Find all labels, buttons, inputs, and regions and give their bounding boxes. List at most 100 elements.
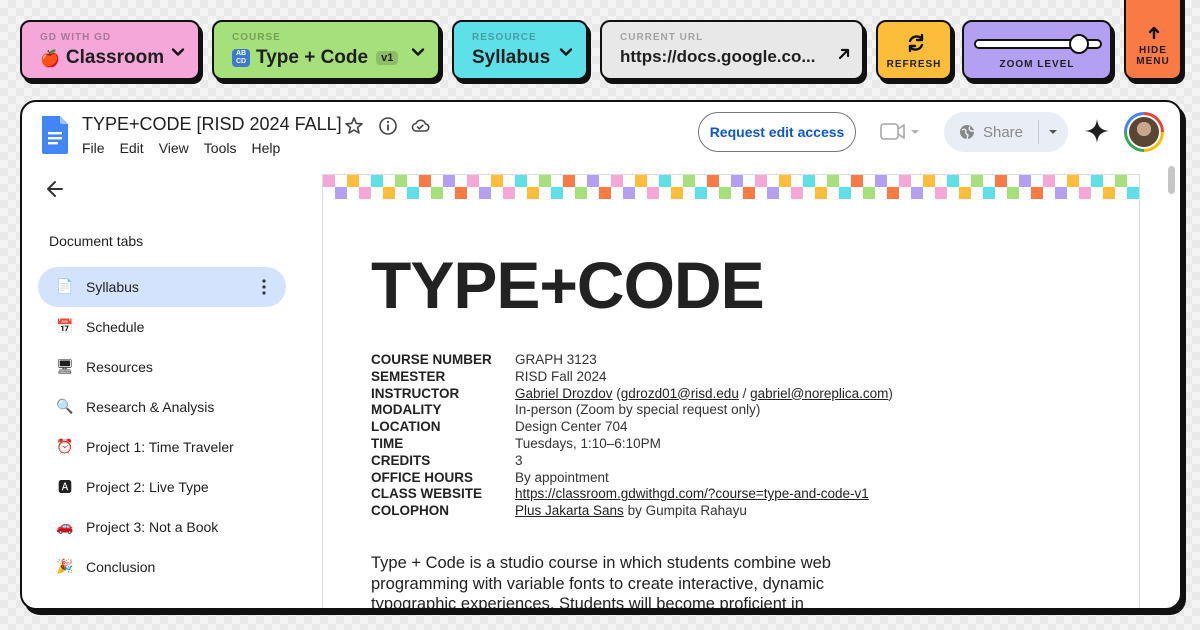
hide-menu-label-line2: MENU — [1136, 56, 1170, 67]
checker-cell — [767, 187, 779, 199]
checker-cell — [671, 187, 683, 199]
refresh-icon — [905, 32, 927, 54]
checker-cell — [479, 187, 491, 199]
checker-cell — [515, 175, 527, 187]
tab-project-3[interactable]: 🚗 Project 3: Not a Book — [38, 507, 286, 547]
video-camera-icon[interactable] — [880, 121, 924, 143]
menu-view[interactable]: View — [159, 140, 189, 156]
car-icon: 🚗 — [56, 519, 74, 535]
checker-cell — [491, 175, 503, 187]
share-button-label: Share — [982, 123, 1024, 141]
zoom-slider-thumb[interactable] — [1069, 34, 1090, 54]
checker-cell — [335, 187, 347, 199]
checker-cell — [803, 175, 815, 187]
colophon-credit: by Gumpita Rahayu — [627, 503, 747, 519]
arrow-up-icon — [1147, 26, 1161, 40]
user-avatar[interactable] — [1124, 112, 1164, 152]
current-url-field[interactable]: CURRENT URL https://docs.google.co... — [600, 20, 864, 80]
google-docs-logo-icon[interactable] — [40, 116, 70, 154]
menu-help[interactable]: Help — [251, 140, 280, 156]
info-row-instructor: INSTRUCTOR Gabriel Drozdov (gdrozd01@ris… — [371, 385, 893, 401]
checker-cell — [935, 187, 947, 199]
classroom-selector-label: Classroom — [65, 47, 165, 68]
chevron-down-icon[interactable] — [1045, 124, 1061, 140]
hide-menu-button[interactable]: HIDE MENU — [1124, 0, 1182, 80]
info-row-semester: SEMESTER RISD Fall 2024 — [371, 368, 607, 384]
more-options-icon[interactable] — [262, 279, 266, 295]
abc-input-icon: AB CD — [232, 49, 250, 67]
document-page[interactable]: TYPE+CODE COURSE NUMBER GRAPH 3123 SEMES… — [322, 174, 1140, 610]
resource-selector-label: Syllabus — [472, 47, 551, 68]
checker-cell — [395, 175, 407, 187]
classroom-selector[interactable]: GD WITH GD 🍎 Classroom — [20, 20, 200, 80]
info-row-time: TIME Tuesdays, 1:10–6:10PM — [371, 435, 661, 451]
share-button[interactable]: Share — [944, 112, 1068, 152]
menu-tools[interactable]: Tools — [204, 140, 237, 156]
refresh-button[interactable]: REFRESH — [876, 20, 952, 80]
tab-label: Resources — [86, 359, 153, 375]
checker-cell — [863, 187, 875, 199]
tab-resources[interactable]: 🖥 Resources — [38, 347, 286, 387]
checker-cell — [503, 187, 515, 199]
checker-cell — [467, 175, 479, 187]
tab-project-1[interactable]: ⏰ Project 1: Time Traveler — [38, 427, 286, 467]
request-edit-access-button[interactable]: Request edit access — [698, 112, 856, 152]
tab-label: Research & Analysis — [86, 399, 215, 415]
intro-paragraph: Type + Code is a studio course in which … — [371, 554, 831, 610]
checker-cell — [827, 175, 839, 187]
menu-file[interactable]: File — [82, 140, 105, 156]
checker-cell — [851, 175, 863, 187]
tab-project-2[interactable]: 🅰 Project 2: Live Type — [38, 467, 286, 507]
checker-cell — [1115, 175, 1127, 187]
tab-label: Project 2: Live Type — [86, 479, 209, 495]
course-version-badge: v1 — [376, 51, 399, 65]
info-icon[interactable] — [378, 116, 398, 136]
tab-schedule[interactable]: 📅 Schedule — [38, 307, 286, 347]
instructor-email-link[interactable]: gdrozd01@risd.edu — [621, 386, 739, 401]
checker-cell — [707, 175, 719, 187]
checker-cell — [443, 175, 455, 187]
checker-cell — [455, 187, 467, 199]
checker-cell — [995, 175, 1007, 187]
document-title[interactable]: TYPE+CODE [RISD 2024 FALL] — [82, 114, 342, 135]
external-link-arrow-icon — [836, 46, 852, 62]
class-website-link[interactable]: https://classroom.gdwithgd.com/?course=t… — [515, 486, 869, 501]
course-selector[interactable]: COURSE AB CD Type + Code v1 — [212, 20, 440, 80]
checker-cell — [815, 187, 827, 199]
tab-conclusion[interactable]: 🎉 Conclusion — [38, 547, 286, 587]
checker-cell — [839, 187, 851, 199]
star-icon[interactable] — [344, 116, 364, 136]
party-popper-icon: 🎉 — [56, 559, 74, 575]
checker-cell — [875, 175, 887, 187]
zoom-level-control[interactable]: ZOOM LEVEL — [962, 20, 1112, 80]
checker-cell — [1019, 175, 1031, 187]
tab-syllabus[interactable]: 📄 Syllabus — [38, 267, 286, 307]
checker-cell — [635, 175, 647, 187]
gemini-sparkle-icon[interactable] — [1084, 118, 1110, 144]
calendar-icon: 📅 — [56, 319, 74, 335]
instructor-email-alt-link[interactable]: gabriel@noreplica.com — [750, 386, 888, 401]
info-row-class-website: CLASS WEBSITE https://classroom.gdwithgd… — [371, 486, 869, 502]
letter-a-icon: 🅰 — [58, 480, 72, 496]
cloud-saved-icon[interactable] — [410, 116, 430, 136]
checker-cell — [383, 187, 395, 199]
checker-cell — [407, 187, 419, 199]
current-url-value: https://docs.google.co... — [620, 47, 816, 66]
instructor-name-link[interactable]: Gabriel Drozdov — [515, 386, 613, 401]
menu-edit[interactable]: Edit — [120, 140, 144, 156]
checker-cell — [347, 175, 359, 187]
checker-cell — [1055, 187, 1067, 199]
tab-research-analysis[interactable]: 🔍 Research & Analysis — [38, 387, 286, 427]
checker-cell — [539, 175, 551, 187]
checker-cell — [659, 175, 671, 187]
back-arrow-icon[interactable] — [44, 178, 66, 200]
docs-window: TYPE+CODE [RISD 2024 FALL] File Edit Vie… — [20, 100, 1182, 610]
colophon-font-link[interactable]: Plus Jakarta Sans — [515, 503, 624, 518]
checker-cell — [527, 187, 539, 199]
chevron-down-icon — [558, 44, 574, 60]
magnifier-icon: 🔍 — [56, 399, 74, 415]
hide-menu-label-line1: HIDE — [1139, 45, 1167, 56]
checker-cell — [575, 187, 587, 199]
vertical-scrollbar-thumb[interactable] — [1168, 166, 1175, 194]
resource-selector[interactable]: RESOURCE Syllabus — [452, 20, 588, 80]
